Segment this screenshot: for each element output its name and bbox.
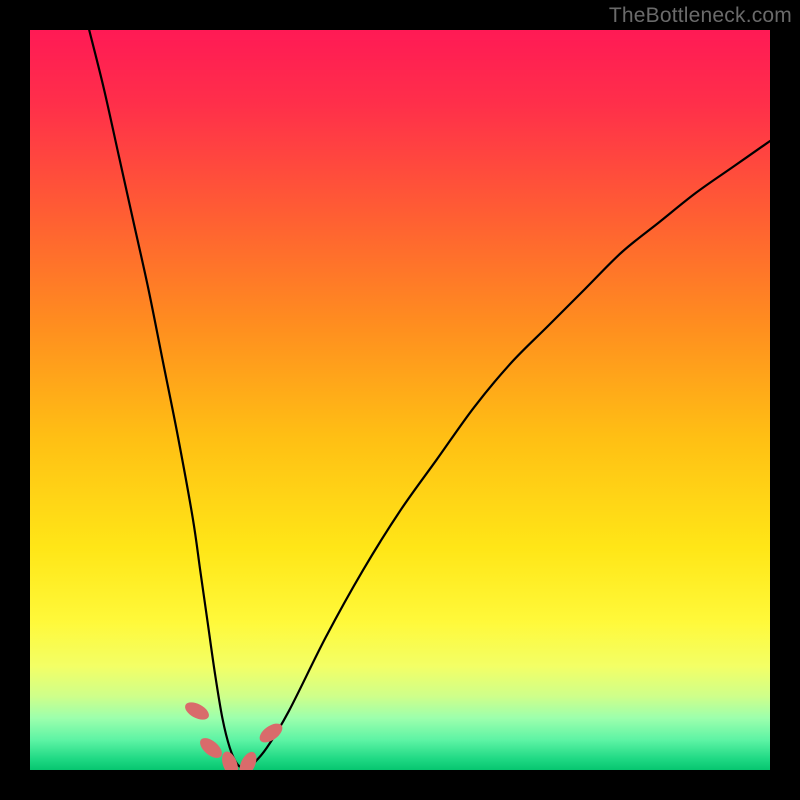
chart-frame: TheBottleneck.com	[0, 0, 800, 800]
bottleneck-curve	[30, 30, 770, 770]
attribution-text: TheBottleneck.com	[609, 4, 792, 28]
plot-area	[30, 30, 770, 770]
